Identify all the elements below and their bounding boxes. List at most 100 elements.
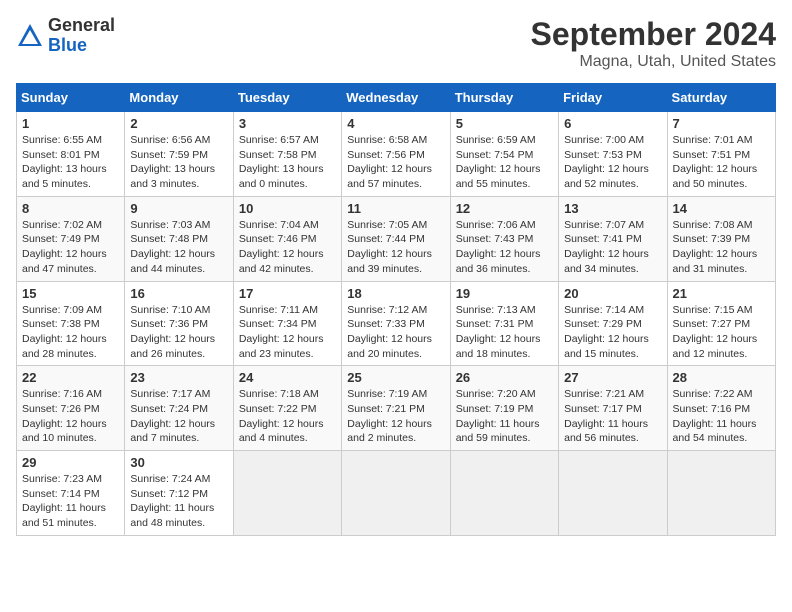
day-info: Sunrise: 7:11 AMSunset: 7:34 PMDaylight:… — [239, 303, 336, 362]
weekday-header-wednesday: Wednesday — [342, 84, 450, 112]
day-number: 29 — [22, 455, 119, 470]
day-number: 1 — [22, 116, 119, 131]
calendar-cell — [450, 451, 558, 536]
calendar-cell — [559, 451, 667, 536]
day-number: 22 — [22, 370, 119, 385]
title-block: September 2024 Magna, Utah, United State… — [531, 16, 776, 71]
month-title: September 2024 — [531, 16, 776, 53]
day-info: Sunrise: 7:04 AMSunset: 7:46 PMDaylight:… — [239, 218, 336, 277]
calendar-cell: 12 Sunrise: 7:06 AMSunset: 7:43 PMDayligh… — [450, 196, 558, 281]
day-number: 5 — [456, 116, 553, 131]
calendar-cell: 23 Sunrise: 7:17 AMSunset: 7:24 PMDayligh… — [125, 366, 233, 451]
day-number: 19 — [456, 286, 553, 301]
weekday-header-thursday: Thursday — [450, 84, 558, 112]
day-info: Sunrise: 6:58 AMSunset: 7:56 PMDaylight:… — [347, 133, 444, 192]
day-info: Sunrise: 7:19 AMSunset: 7:21 PMDaylight:… — [347, 387, 444, 446]
day-number: 23 — [130, 370, 227, 385]
day-info: Sunrise: 7:12 AMSunset: 7:33 PMDaylight:… — [347, 303, 444, 362]
day-number: 14 — [673, 201, 770, 216]
day-info: Sunrise: 7:24 AMSunset: 7:12 PMDaylight:… — [130, 472, 227, 531]
calendar-cell: 7 Sunrise: 7:01 AMSunset: 7:51 PMDaylight… — [667, 112, 775, 197]
calendar-cell: 17 Sunrise: 7:11 AMSunset: 7:34 PMDayligh… — [233, 281, 341, 366]
day-info: Sunrise: 7:13 AMSunset: 7:31 PMDaylight:… — [456, 303, 553, 362]
calendar-week-1: 1 Sunrise: 6:55 AMSunset: 8:01 PMDaylight… — [17, 112, 776, 197]
day-info: Sunrise: 7:06 AMSunset: 7:43 PMDaylight:… — [456, 218, 553, 277]
calendar-cell: 2 Sunrise: 6:56 AMSunset: 7:59 PMDaylight… — [125, 112, 233, 197]
calendar-cell — [233, 451, 341, 536]
page-header: General Blue September 2024 Magna, Utah,… — [16, 16, 776, 71]
calendar-cell: 11 Sunrise: 7:05 AMSunset: 7:44 PMDayligh… — [342, 196, 450, 281]
day-info: Sunrise: 7:22 AMSunset: 7:16 PMDaylight:… — [673, 387, 770, 446]
day-info: Sunrise: 7:02 AMSunset: 7:49 PMDaylight:… — [22, 218, 119, 277]
day-number: 2 — [130, 116, 227, 131]
day-number: 11 — [347, 201, 444, 216]
day-info: Sunrise: 7:03 AMSunset: 7:48 PMDaylight:… — [130, 218, 227, 277]
calendar-cell: 19 Sunrise: 7:13 AMSunset: 7:31 PMDayligh… — [450, 281, 558, 366]
calendar-cell: 27Sunrise: 7:21 AMSunset: 7:17 PMDayligh… — [559, 366, 667, 451]
day-info: Sunrise: 7:14 AMSunset: 7:29 PMDaylight:… — [564, 303, 661, 362]
day-number: 9 — [130, 201, 227, 216]
calendar-cell: 6 Sunrise: 7:00 AMSunset: 7:53 PMDaylight… — [559, 112, 667, 197]
calendar-cell: 4 Sunrise: 6:58 AMSunset: 7:56 PMDaylight… — [342, 112, 450, 197]
logo-text: General Blue — [48, 16, 115, 56]
day-info: Sunrise: 6:57 AMSunset: 7:58 PMDaylight:… — [239, 133, 336, 192]
day-number: 21 — [673, 286, 770, 301]
calendar-cell: 8 Sunrise: 7:02 AMSunset: 7:49 PMDaylight… — [17, 196, 125, 281]
day-number: 13 — [564, 201, 661, 216]
day-info: Sunrise: 7:10 AMSunset: 7:36 PMDaylight:… — [130, 303, 227, 362]
calendar-cell: 16 Sunrise: 7:10 AMSunset: 7:36 PMDayligh… — [125, 281, 233, 366]
calendar-cell: 3 Sunrise: 6:57 AMSunset: 7:58 PMDaylight… — [233, 112, 341, 197]
logo-icon — [16, 22, 44, 50]
day-info: Sunrise: 7:05 AMSunset: 7:44 PMDaylight:… — [347, 218, 444, 277]
day-info: Sunrise: 7:08 AMSunset: 7:39 PMDaylight:… — [673, 218, 770, 277]
calendar-cell: 13 Sunrise: 7:07 AMSunset: 7:41 PMDayligh… — [559, 196, 667, 281]
weekday-header-saturday: Saturday — [667, 84, 775, 112]
calendar-cell: 9 Sunrise: 7:03 AMSunset: 7:48 PMDaylight… — [125, 196, 233, 281]
day-number: 7 — [673, 116, 770, 131]
calendar-cell — [342, 451, 450, 536]
day-number: 24 — [239, 370, 336, 385]
day-number: 27 — [564, 370, 661, 385]
day-number: 10 — [239, 201, 336, 216]
day-number: 3 — [239, 116, 336, 131]
day-number: 17 — [239, 286, 336, 301]
day-info: Sunrise: 6:55 AMSunset: 8:01 PMDaylight:… — [22, 133, 119, 192]
calendar-cell: 28 Sunrise: 7:22 AMSunset: 7:16 PMDayligh… — [667, 366, 775, 451]
day-info: Sunrise: 6:59 AMSunset: 7:54 PMDaylight:… — [456, 133, 553, 192]
calendar-week-3: 15Sunrise: 7:09 AMSunset: 7:38 PMDayligh… — [17, 281, 776, 366]
day-info: Sunrise: 7:23 AMSunset: 7:14 PMDaylight:… — [22, 472, 119, 531]
day-info: Sunrise: 6:56 AMSunset: 7:59 PMDaylight:… — [130, 133, 227, 192]
day-number: 20 — [564, 286, 661, 301]
day-info: Sunrise: 7:00 AMSunset: 7:53 PMDaylight:… — [564, 133, 661, 192]
calendar-cell: 29 Sunrise: 7:23 AMSunset: 7:14 PMDayligh… — [17, 451, 125, 536]
day-number: 16 — [130, 286, 227, 301]
weekday-header-tuesday: Tuesday — [233, 84, 341, 112]
day-number: 4 — [347, 116, 444, 131]
day-info: Sunrise: 7:07 AMSunset: 7:41 PMDaylight:… — [564, 218, 661, 277]
day-number: 8 — [22, 201, 119, 216]
day-number: 18 — [347, 286, 444, 301]
day-number: 30 — [130, 455, 227, 470]
day-number: 12 — [456, 201, 553, 216]
calendar-cell: 20 Sunrise: 7:14 AMSunset: 7:29 PMDayligh… — [559, 281, 667, 366]
weekday-header-row: SundayMondayTuesdayWednesdayThursdayFrid… — [17, 84, 776, 112]
day-number: 25 — [347, 370, 444, 385]
calendar-cell: 24Sunrise: 7:18 AMSunset: 7:22 PMDayligh… — [233, 366, 341, 451]
calendar-cell: 5 Sunrise: 6:59 AMSunset: 7:54 PMDaylight… — [450, 112, 558, 197]
day-number: 28 — [673, 370, 770, 385]
calendar-cell: 22 Sunrise: 7:16 AMSunset: 7:26 PMDayligh… — [17, 366, 125, 451]
calendar-cell: 30 Sunrise: 7:24 AMSunset: 7:12 PMDayligh… — [125, 451, 233, 536]
calendar-week-5: 29 Sunrise: 7:23 AMSunset: 7:14 PMDayligh… — [17, 451, 776, 536]
logo-general: General — [48, 15, 115, 35]
location-title: Magna, Utah, United States — [531, 53, 776, 71]
day-info: Sunrise: 7:17 AMSunset: 7:24 PMDaylight:… — [130, 387, 227, 446]
day-info: Sunrise: 7:01 AMSunset: 7:51 PMDaylight:… — [673, 133, 770, 192]
calendar-cell: 10 Sunrise: 7:04 AMSunset: 7:46 PMDayligh… — [233, 196, 341, 281]
day-number: 6 — [564, 116, 661, 131]
calendar-table: SundayMondayTuesdayWednesdayThursdayFrid… — [16, 83, 776, 536]
day-info: Sunrise: 7:15 AMSunset: 7:27 PMDaylight:… — [673, 303, 770, 362]
weekday-header-friday: Friday — [559, 84, 667, 112]
calendar-cell: 25 Sunrise: 7:19 AMSunset: 7:21 PMDayligh… — [342, 366, 450, 451]
calendar-cell: 21 Sunrise: 7:15 AMSunset: 7:27 PMDayligh… — [667, 281, 775, 366]
day-info: Sunrise: 7:16 AMSunset: 7:26 PMDaylight:… — [22, 387, 119, 446]
